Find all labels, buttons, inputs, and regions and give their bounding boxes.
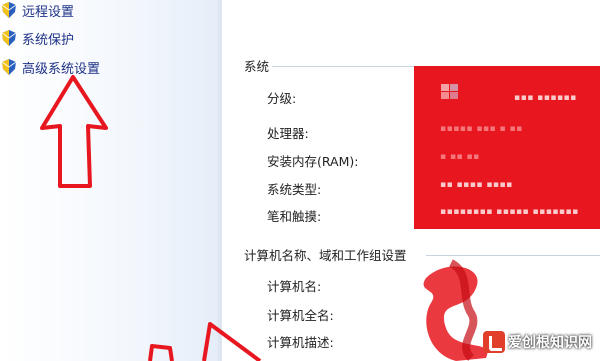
- shield-icon: [1, 2, 17, 18]
- remote-settings-label: 远程设置: [22, 4, 75, 20]
- watermark-logo-icon: [483, 331, 505, 353]
- windows-experience-icon: [441, 84, 458, 99]
- left-task-pane: [0, 0, 222, 361]
- system-section-title: 系统: [244, 59, 270, 74]
- installed-ram-label: 安装内存(RAM):: [267, 154, 359, 169]
- computer-description-label: 计算机描述:: [267, 335, 334, 350]
- processor-label: 处理器:: [267, 126, 309, 141]
- system-type-label: 系统类型:: [267, 182, 322, 197]
- pen-touch-label: 笔和触摸:: [267, 209, 322, 224]
- smudged-value: ▪▪▪ ▪▪▪▪▪▪: [514, 93, 577, 103]
- computer-name-label: 计算机名:: [267, 279, 322, 294]
- smudged-value: ▪▪ ▪▪▪▪ ▪▪▪▪: [440, 180, 513, 190]
- section-divider: [272, 66, 414, 67]
- annotation-up-arrow: [40, 75, 108, 188]
- system-protection-label: 系统保护: [22, 32, 75, 48]
- smudged-value: ▪▪▪▪▪ ▪▪▪ ▪ ▪▪: [440, 124, 523, 134]
- annotation-lower-arrow: [148, 322, 262, 361]
- smudged-value: ▪ ▪▪ ▪▪: [440, 152, 480, 162]
- watermark: 爱创根知识网: [483, 331, 592, 353]
- shield-icon: [1, 30, 17, 46]
- system-protection-link[interactable]: 系统保护: [1, 28, 75, 48]
- full-computer-name-label: 计算机全名:: [267, 308, 334, 323]
- watermark-text: 爱创根知识网: [508, 335, 592, 351]
- rating-label: 分级:: [267, 91, 297, 106]
- computer-section-title: 计算机名称、域和工作组设置: [244, 248, 407, 263]
- section-divider: [426, 255, 600, 256]
- smudged-value: ▪▪▪▪▪▪▪▪ ▪▪▪▪▪ ▪▪▪▪▪▪▪: [440, 207, 579, 217]
- pane-divider: [218, 0, 222, 361]
- shield-icon: [1, 59, 17, 75]
- remote-settings-link[interactable]: 远程设置: [1, 0, 75, 20]
